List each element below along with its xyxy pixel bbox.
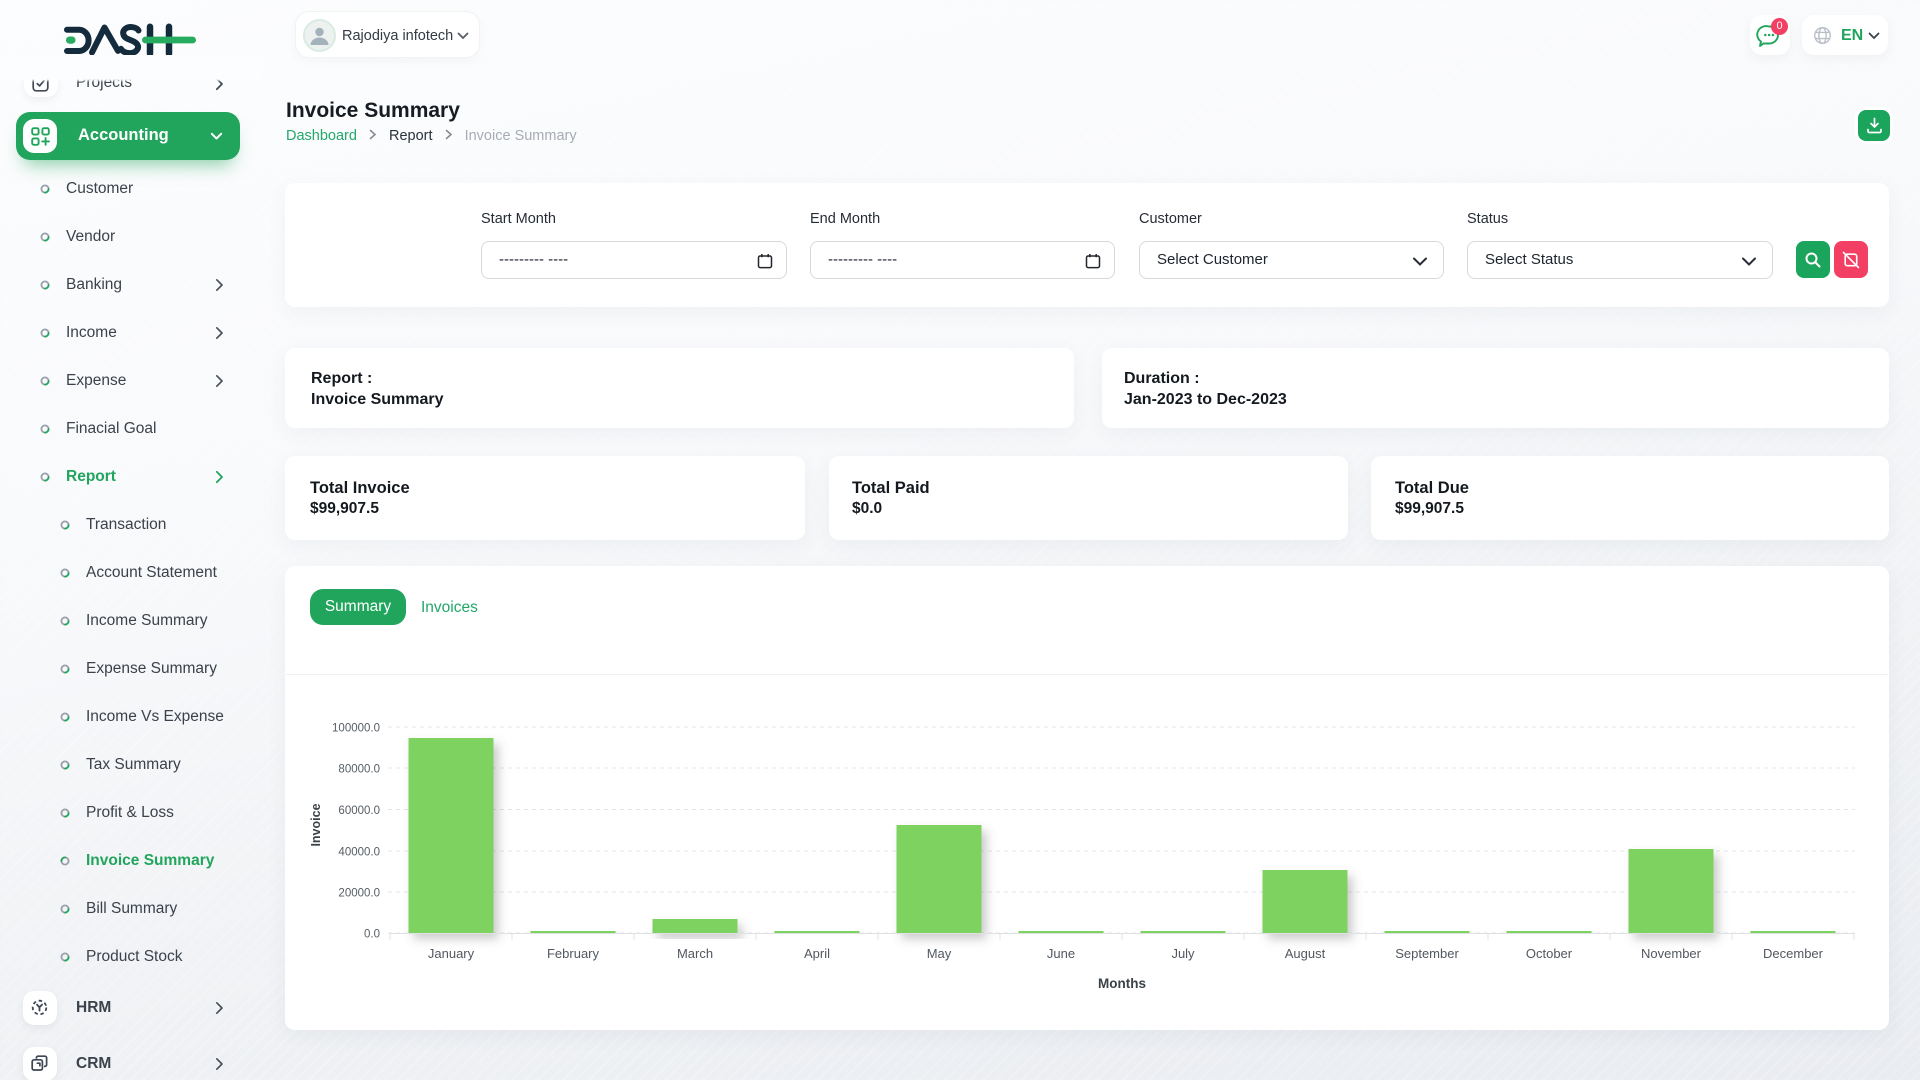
svg-text:January: January xyxy=(428,946,475,961)
svg-text:August: August xyxy=(1285,946,1326,961)
svg-text:October: October xyxy=(1526,946,1573,961)
svg-text:100000.0: 100000.0 xyxy=(332,723,380,735)
svg-text:September: September xyxy=(1395,946,1459,961)
svg-text:Months: Months xyxy=(1098,976,1146,991)
svg-text:40000.0: 40000.0 xyxy=(338,847,380,859)
svg-text:November: November xyxy=(1641,946,1702,961)
svg-text:60000.0: 60000.0 xyxy=(338,805,380,817)
svg-text:March: March xyxy=(677,946,713,961)
svg-text:July: July xyxy=(1171,946,1195,961)
svg-text:February: February xyxy=(547,946,600,961)
svg-text:0.0: 0.0 xyxy=(364,929,380,941)
svg-text:April: April xyxy=(804,946,830,961)
svg-text:June: June xyxy=(1047,946,1075,961)
svg-text:December: December xyxy=(1763,946,1824,961)
svg-text:Invoice: Invoice xyxy=(309,803,323,846)
svg-text:May: May xyxy=(927,946,952,961)
svg-text:20000.0: 20000.0 xyxy=(338,888,380,900)
svg-text:80000.0: 80000.0 xyxy=(338,764,380,776)
